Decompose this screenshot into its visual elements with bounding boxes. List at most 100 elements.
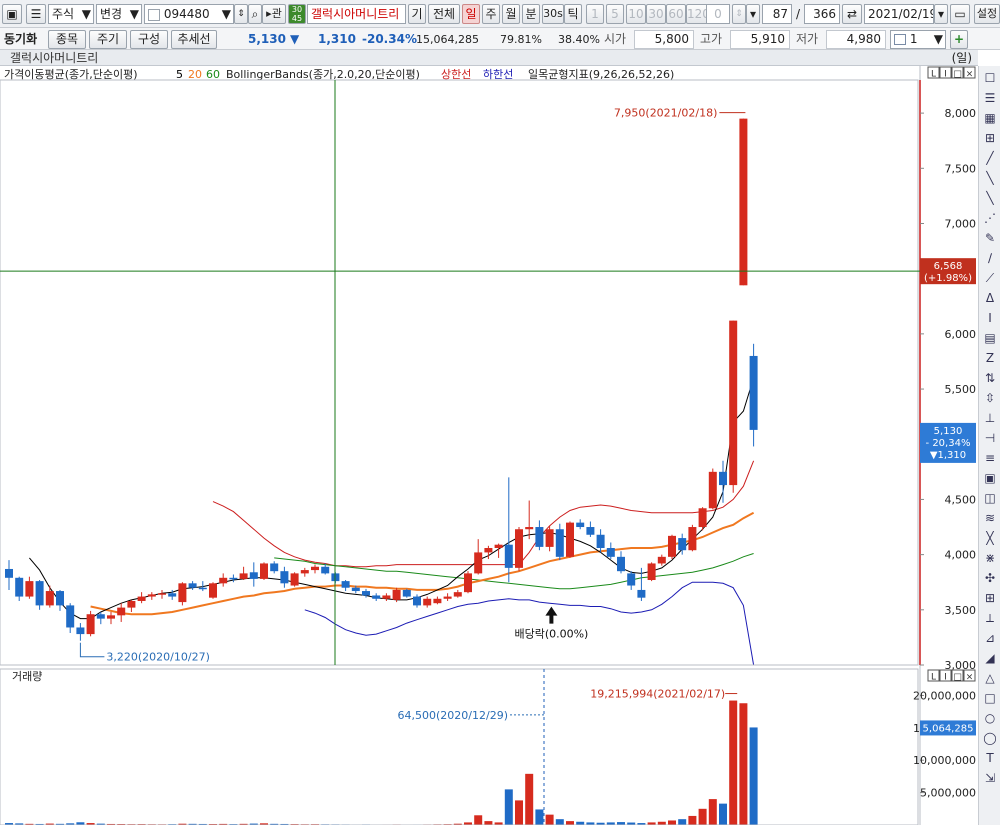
candle-body[interactable] <box>688 527 697 551</box>
spin-updown-icon[interactable]: ⇕ <box>732 4 746 24</box>
candle-body[interactable] <box>586 527 595 535</box>
candle-body[interactable] <box>229 577 238 580</box>
volume-bar[interactable] <box>688 815 697 825</box>
drawing-tool-icon[interactable]: ▤ <box>981 330 999 346</box>
drawing-tool-icon[interactable]: ✣ <box>981 570 999 586</box>
drawing-tool-icon[interactable]: △ <box>981 670 999 686</box>
period-tick[interactable]: 틱 <box>564 4 582 24</box>
volume-bar[interactable] <box>504 789 513 825</box>
candle-body[interactable] <box>45 591 54 606</box>
candle-body[interactable] <box>647 563 656 581</box>
volume-bar[interactable] <box>698 808 707 825</box>
custom-interval-input[interactable]: 0 <box>706 4 730 24</box>
sync-label[interactable]: 동기화 <box>4 31 37 48</box>
candle-body[interactable] <box>137 596 146 601</box>
drawing-tool-icon[interactable]: T <box>981 750 999 766</box>
volume-bar[interactable] <box>729 700 738 825</box>
candle-body[interactable] <box>729 320 738 486</box>
candle-body[interactable] <box>464 573 472 593</box>
volume-bar[interactable] <box>535 809 544 825</box>
interval-60[interactable]: 60 <box>666 4 686 24</box>
candle-body[interactable] <box>66 605 75 628</box>
candle-body[interactable] <box>198 587 207 590</box>
drawing-tool-icon[interactable]: ⊞ <box>981 130 999 146</box>
jump-button[interactable]: ▸관 <box>262 4 286 24</box>
change-select[interactable]: 변경 ▼ <box>96 4 142 24</box>
drawing-tool-icon[interactable]: ○ <box>981 710 999 726</box>
candle-body[interactable] <box>168 593 177 597</box>
volume-bar[interactable] <box>566 821 574 825</box>
candle-body[interactable] <box>107 615 115 619</box>
drawing-tool-icon[interactable]: ⊞ <box>981 590 999 606</box>
stock-settings-button[interactable]: 종목 <box>48 30 86 49</box>
drawing-tool-icon[interactable]: ⇅ <box>981 370 999 386</box>
drawing-tool-icon[interactable]: ✎ <box>981 230 999 246</box>
volume-bar[interactable] <box>474 815 483 825</box>
drawing-tool-icon[interactable]: ▣ <box>981 470 999 486</box>
candle-body[interactable] <box>596 534 605 548</box>
candle-body[interactable] <box>657 556 666 564</box>
drawing-tool-icon[interactable]: Δ <box>981 290 999 306</box>
candle-body[interactable] <box>382 595 391 599</box>
price-pane[interactable] <box>5 118 758 666</box>
candle-body[interactable] <box>566 522 574 557</box>
candle-body[interactable] <box>362 591 370 596</box>
candle-body[interactable] <box>127 600 136 608</box>
interval-10[interactable]: 10 <box>626 4 646 24</box>
display-count-input[interactable]: 87 <box>762 4 792 24</box>
period-minute[interactable]: 분 <box>522 4 540 24</box>
drawing-tool-icon[interactable]: ⟋ <box>981 270 999 286</box>
candle-body[interactable] <box>372 595 381 599</box>
candle-body[interactable] <box>423 598 432 606</box>
volume-bar[interactable] <box>484 821 493 825</box>
volume-bar[interactable] <box>555 819 564 825</box>
candle-body[interactable] <box>341 581 350 588</box>
interval-5[interactable]: 5 <box>606 4 624 24</box>
candle-body[interactable] <box>351 587 360 592</box>
drawing-tool-icon[interactable]: ╲ <box>981 170 999 186</box>
candle-body[interactable] <box>25 581 34 597</box>
candle-body[interactable] <box>311 566 319 571</box>
candle-body[interactable] <box>545 529 554 547</box>
drawing-tool-icon[interactable]: ⋰ <box>981 210 999 226</box>
drawing-tool-icon[interactable]: ⇲ <box>981 770 999 786</box>
candle-body[interactable] <box>525 527 534 530</box>
candle-body[interactable] <box>178 583 187 603</box>
drawing-tool-icon[interactable]: □ <box>981 690 999 706</box>
drawing-tool-icon[interactable]: ╳ <box>981 530 999 546</box>
drawing-tool-icon[interactable]: ⊣ <box>981 430 999 446</box>
candle-body[interactable] <box>76 627 85 635</box>
candle-body[interactable] <box>158 593 166 595</box>
settings-button[interactable]: 설정 <box>974 4 1000 24</box>
drawing-tool-icon[interactable]: ☰ <box>981 90 999 106</box>
volume-bar[interactable] <box>678 819 687 825</box>
candle-body[interactable] <box>321 566 330 574</box>
date-input[interactable]: 2021/02/19 <box>864 4 934 24</box>
candle-body[interactable] <box>260 563 268 579</box>
drawing-tool-icon[interactable]: ⊿ <box>981 630 999 646</box>
candle-body[interactable] <box>668 535 676 557</box>
candle-body[interactable] <box>402 589 411 597</box>
stock-code-input[interactable]: 094480 ▼ <box>144 4 234 24</box>
candle-body[interactable] <box>35 581 44 606</box>
candle-body[interactable] <box>739 118 748 286</box>
volume-bar[interactable] <box>545 814 554 825</box>
drawing-tool-icon[interactable]: ≋ <box>981 510 999 526</box>
drawing-tool-icon[interactable]: Z <box>981 350 999 366</box>
candle-body[interactable] <box>433 598 442 604</box>
candle-body[interactable] <box>443 596 452 599</box>
drawing-tool-icon[interactable]: Ⅰ <box>981 310 999 326</box>
drawing-tool-icon[interactable]: ▦ <box>981 110 999 126</box>
app-logo-icon[interactable]: 30 45 <box>288 4 306 24</box>
save-icon[interactable]: ▭ <box>950 4 970 24</box>
search-icon[interactable]: ⌕ <box>248 4 262 24</box>
candle-body[interactable] <box>504 544 513 568</box>
zoom-fit-icon[interactable]: ⇄ <box>842 4 862 24</box>
candle-body[interactable] <box>117 607 126 616</box>
candle-body[interactable] <box>494 544 503 548</box>
candle-body[interactable] <box>515 529 523 568</box>
candle-body[interactable] <box>698 508 707 528</box>
volume-bar[interactable] <box>708 799 717 825</box>
price-chart[interactable]: 가격이동평균(종가,단순이평) 5 20 60 BollingerBands(종… <box>0 66 978 825</box>
view-spin-input[interactable]: 1 ▼ <box>890 30 946 49</box>
